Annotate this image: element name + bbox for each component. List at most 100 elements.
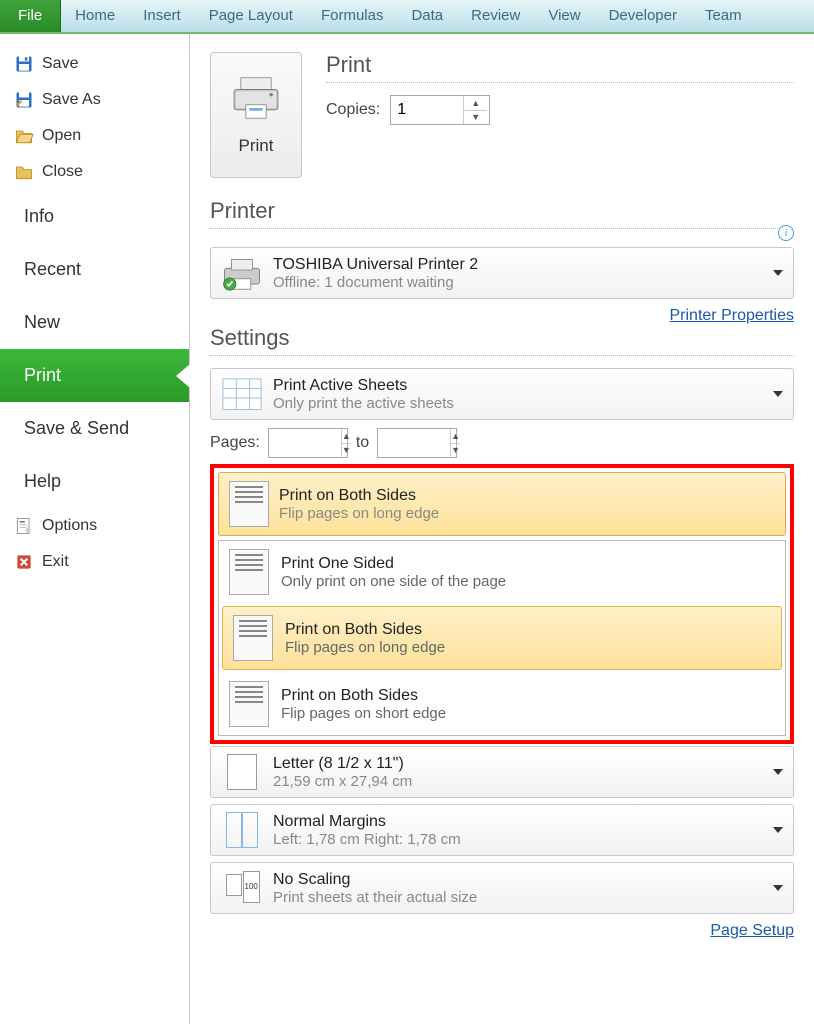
sidebar-save-send[interactable]: Save & Send bbox=[0, 402, 189, 455]
close-folder-icon bbox=[14, 162, 34, 182]
tab-home[interactable]: Home bbox=[61, 0, 129, 32]
option-title: Print on Both Sides bbox=[285, 621, 445, 639]
margins-icon bbox=[221, 811, 263, 849]
printer-properties-link[interactable]: Printer Properties bbox=[670, 307, 795, 324]
printer-status: Offline: 1 document waiting bbox=[273, 274, 478, 291]
scaling-dropdown[interactable]: No Scaling Print sheets at their actual … bbox=[210, 862, 794, 914]
spinner-down-icon[interactable]: ▼ bbox=[342, 444, 351, 458]
option-title: Print on Both Sides bbox=[281, 687, 446, 705]
duplex-dropdown[interactable]: Print on Both Sides Flip pages on long e… bbox=[218, 472, 786, 536]
printer-dropdown[interactable]: TOSHIBA Universal Printer 2 Offline: 1 d… bbox=[210, 247, 794, 299]
printer-device-icon bbox=[221, 254, 263, 292]
duplex-selected-sub: Flip pages on long edge bbox=[279, 505, 439, 522]
tab-insert[interactable]: Insert bbox=[129, 0, 195, 32]
sidebar-options[interactable]: Options bbox=[0, 508, 189, 544]
duplex-option-short-edge[interactable]: Print on Both Sides Flip pages on short … bbox=[219, 673, 785, 735]
chevron-down-icon bbox=[773, 769, 783, 775]
tab-view[interactable]: View bbox=[534, 0, 594, 32]
page-flip-icon bbox=[229, 481, 269, 527]
print-what-dropdown[interactable]: Print Active Sheets Only print the activ… bbox=[210, 368, 794, 420]
sidebar-label: Save As bbox=[42, 91, 101, 109]
sidebar-recent[interactable]: Recent bbox=[0, 243, 189, 296]
ribbon: File Home Insert Page Layout Formulas Da… bbox=[0, 0, 814, 34]
option-sub: Only print on one side of the page bbox=[281, 573, 506, 590]
options-icon bbox=[14, 516, 34, 536]
sidebar-label: Options bbox=[42, 517, 97, 535]
duplex-option-one-sided[interactable]: Print One Sided Only print on one side o… bbox=[219, 541, 785, 603]
tab-developer[interactable]: Developer bbox=[595, 0, 691, 32]
pages-to-spinner[interactable]: ▲▼ bbox=[377, 428, 457, 458]
sidebar-save[interactable]: Save bbox=[0, 46, 189, 82]
print-heading: Print bbox=[326, 52, 794, 83]
settings-heading: Settings bbox=[210, 325, 794, 356]
sidebar-exit[interactable]: Exit bbox=[0, 544, 189, 580]
paper-sub: 21,59 cm x 27,94 cm bbox=[273, 773, 412, 790]
sidebar-help[interactable]: Help bbox=[0, 455, 189, 508]
spinner-up-icon[interactable]: ▲ bbox=[342, 429, 351, 444]
tab-file[interactable]: File bbox=[0, 0, 61, 32]
tab-team[interactable]: Team bbox=[691, 0, 756, 32]
scaling-icon bbox=[221, 869, 263, 907]
spinner-down-icon[interactable]: ▼ bbox=[464, 111, 487, 125]
sidebar-label: Close bbox=[42, 163, 83, 181]
sheets-icon bbox=[221, 375, 263, 413]
print-backstage: Print Print Copies: ▲ ▼ Printer bbox=[190, 34, 814, 1024]
print-button-label: Print bbox=[239, 136, 274, 156]
pages-to-label: to bbox=[356, 434, 369, 452]
print-button[interactable]: Print bbox=[210, 52, 302, 178]
chevron-down-icon bbox=[773, 827, 783, 833]
duplex-options-list: Print One Sided Only print on one side o… bbox=[218, 540, 786, 736]
open-icon bbox=[14, 126, 34, 146]
print-what-title: Print Active Sheets bbox=[273, 377, 454, 395]
tab-page-layout[interactable]: Page Layout bbox=[195, 0, 307, 32]
save-icon bbox=[14, 54, 34, 74]
spinner-up-icon[interactable]: ▲ bbox=[451, 429, 460, 444]
margins-title: Normal Margins bbox=[273, 813, 461, 831]
sidebar-label: Exit bbox=[42, 553, 69, 571]
pages-from-input[interactable] bbox=[269, 429, 341, 457]
copies-label: Copies: bbox=[326, 101, 380, 119]
option-sub: Flip pages on short edge bbox=[281, 705, 446, 722]
printer-heading: Printer bbox=[210, 198, 778, 229]
printer-icon bbox=[229, 74, 283, 126]
info-icon[interactable]: i bbox=[778, 225, 794, 241]
sidebar-print[interactable]: Print bbox=[0, 349, 189, 402]
pages-to-input[interactable] bbox=[378, 429, 450, 457]
tab-review[interactable]: Review bbox=[457, 0, 534, 32]
chevron-down-icon bbox=[773, 885, 783, 891]
duplex-option-long-edge[interactable]: Print on Both Sides Flip pages on long e… bbox=[222, 606, 782, 670]
sidebar-label: Save bbox=[42, 55, 78, 73]
page-flip-long-icon bbox=[233, 615, 273, 661]
chevron-down-icon bbox=[773, 391, 783, 397]
sidebar-new[interactable]: New bbox=[0, 296, 189, 349]
spinner-down-icon[interactable]: ▼ bbox=[451, 444, 460, 458]
page-flip-short-icon bbox=[229, 681, 269, 727]
page-single-icon bbox=[229, 549, 269, 595]
scaling-sub: Print sheets at their actual size bbox=[273, 889, 477, 906]
sidebar-label: Open bbox=[42, 127, 81, 145]
tab-formulas[interactable]: Formulas bbox=[307, 0, 398, 32]
sidebar-open[interactable]: Open bbox=[0, 118, 189, 154]
copies-input[interactable] bbox=[391, 96, 463, 124]
pages-label: Pages: bbox=[210, 434, 260, 452]
paper-size-dropdown[interactable]: Letter (8 1/2 x 11") 21,59 cm x 27,94 cm bbox=[210, 746, 794, 798]
pages-from-spinner[interactable]: ▲▼ bbox=[268, 428, 348, 458]
page-setup-link[interactable]: Page Setup bbox=[710, 922, 794, 939]
copies-spinner[interactable]: ▲ ▼ bbox=[390, 95, 490, 125]
backstage-sidebar: Save Save As Open Close Info Recent New … bbox=[0, 34, 190, 1024]
option-sub: Flip pages on long edge bbox=[285, 639, 445, 656]
print-what-sub: Only print the active sheets bbox=[273, 395, 454, 412]
tab-data[interactable]: Data bbox=[397, 0, 457, 32]
margins-dropdown[interactable]: Normal Margins Left: 1,78 cm Right: 1,78… bbox=[210, 804, 794, 856]
sidebar-info[interactable]: Info bbox=[0, 190, 189, 243]
margins-sub: Left: 1,78 cm Right: 1,78 cm bbox=[273, 831, 461, 848]
printer-name: TOSHIBA Universal Printer 2 bbox=[273, 256, 478, 274]
scaling-title: No Scaling bbox=[273, 871, 477, 889]
sidebar-close[interactable]: Close bbox=[0, 154, 189, 190]
sidebar-save-as[interactable]: Save As bbox=[0, 82, 189, 118]
spinner-up-icon[interactable]: ▲ bbox=[464, 96, 487, 111]
save-as-icon bbox=[14, 90, 34, 110]
paper-title: Letter (8 1/2 x 11") bbox=[273, 755, 412, 773]
chevron-down-icon bbox=[773, 270, 783, 276]
exit-icon bbox=[14, 552, 34, 572]
